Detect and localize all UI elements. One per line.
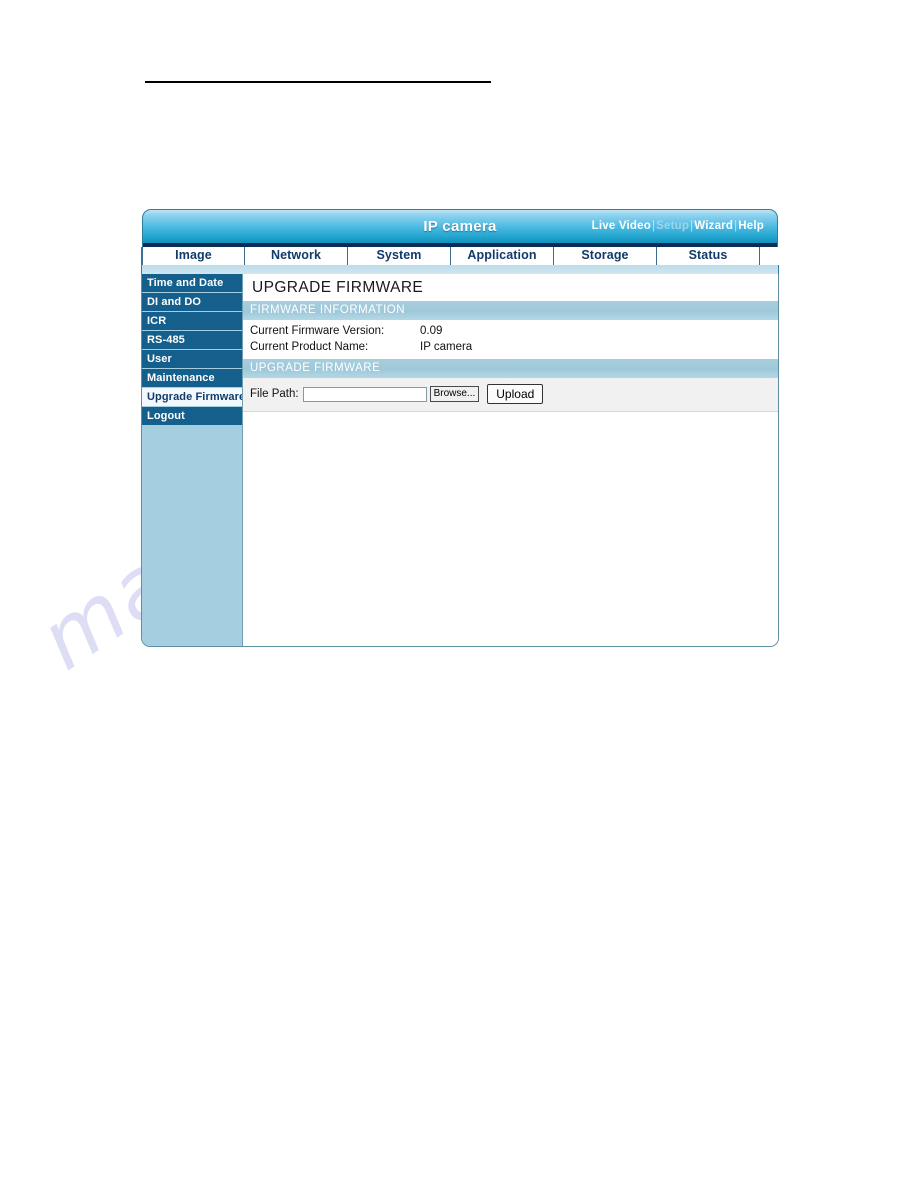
firmware-version-value: 0.09	[420, 325, 443, 337]
content-area: UPGRADE FIRMWARE FIRMWARE INFORMATION Cu…	[243, 274, 778, 646]
app-header-bar: IP camera Live Video|Setup|Wizard|Help	[142, 209, 778, 247]
page-title: UPGRADE FIRMWARE	[252, 279, 424, 296]
nav-link-help[interactable]: Help	[738, 220, 764, 232]
file-path-row: File Path: Browse... Upload	[250, 384, 778, 404]
tab-application[interactable]: Application	[451, 247, 554, 265]
ui-body: Time and Date DI and DO ICR RS-485 User …	[141, 274, 779, 647]
sidebar-item-maintenance[interactable]: Maintenance	[142, 369, 242, 388]
firmware-version-row: Current Firmware Version: 0.09	[250, 323, 778, 339]
tab-status[interactable]: Status	[657, 247, 760, 265]
upload-button[interactable]: Upload	[487, 384, 544, 404]
tab-network[interactable]: Network	[245, 247, 348, 265]
sidebar-item-user[interactable]: User	[142, 350, 242, 369]
product-name-value: IP camera	[420, 341, 473, 353]
sidebar-item-upgrade-firmware[interactable]: Upgrade Firmware	[142, 388, 242, 407]
sidebar-item-icr[interactable]: ICR	[142, 312, 242, 331]
file-path-label: File Path:	[250, 388, 299, 400]
header-nav-links: Live Video|Setup|Wizard|Help	[592, 220, 764, 232]
sidebar-menu: Time and Date DI and DO ICR RS-485 User …	[142, 274, 243, 646]
sidebar-item-time-and-date[interactable]: Time and Date	[142, 274, 242, 293]
tab-image[interactable]: Image	[142, 247, 245, 265]
section-header-upgrade-firmware: UPGRADE FIRMWARE	[243, 359, 778, 378]
section-header-firmware-information: FIRMWARE INFORMATION	[243, 301, 778, 320]
upgrade-firmware-form: File Path: Browse... Upload	[243, 378, 778, 412]
tab-system[interactable]: System	[348, 247, 451, 265]
nav-link-wizard[interactable]: Wizard	[694, 220, 733, 232]
tab-storage[interactable]: Storage	[554, 247, 657, 265]
sidebar-item-rs-485[interactable]: RS-485	[142, 331, 242, 350]
browse-button[interactable]: Browse...	[429, 386, 480, 402]
main-tab-bar: Image Network System Application Storage…	[141, 247, 783, 265]
tab-bar-underline	[141, 265, 779, 274]
product-name-label: Current Product Name:	[250, 341, 369, 353]
document-header-rule	[145, 81, 491, 83]
sidebar-item-logout[interactable]: Logout	[142, 407, 242, 426]
ip-camera-web-ui-panel: IP camera Live Video|Setup|Wizard|Help I…	[141, 209, 783, 654]
nav-link-live-video[interactable]: Live Video	[592, 220, 651, 232]
product-name-row: Current Product Name: IP camera	[250, 339, 778, 355]
firmware-information-block: Current Firmware Version: 0.09 Current P…	[243, 320, 778, 359]
nav-link-setup[interactable]: Setup	[656, 220, 689, 232]
sidebar-item-di-and-do[interactable]: DI and DO	[142, 293, 242, 312]
file-path-input[interactable]	[302, 386, 427, 402]
firmware-version-label: Current Firmware Version:	[250, 325, 385, 337]
tab-bar-filler	[760, 247, 783, 265]
